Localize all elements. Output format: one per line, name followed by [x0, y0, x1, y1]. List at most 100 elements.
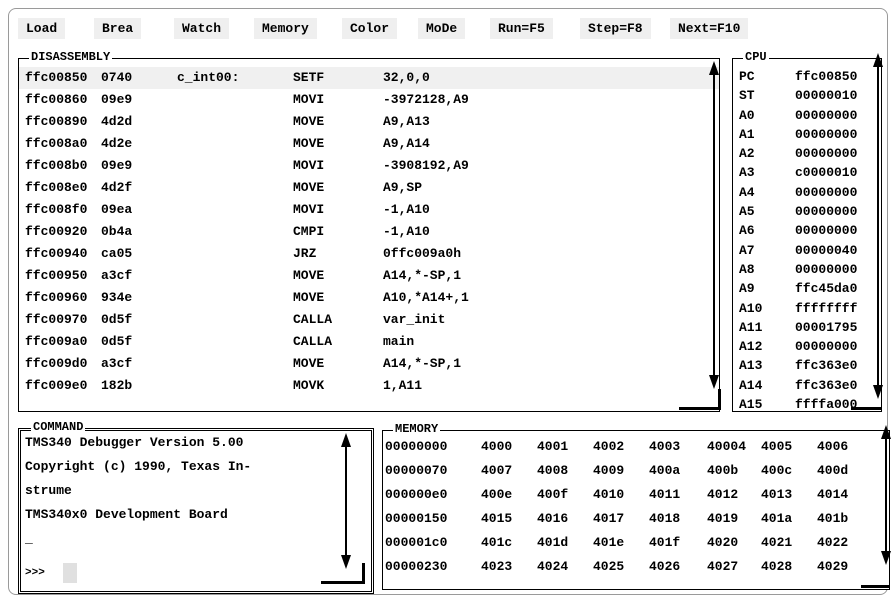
resize-corner-icon[interactable] [679, 407, 721, 410]
command-window[interactable]: COMMAND TMS340 Debugger Version 5.00 Cop… [18, 420, 374, 594]
command-scrollbar[interactable] [345, 447, 347, 555]
cpu-scroll-up-arrow-icon[interactable] [873, 53, 883, 67]
register-row[interactable]: A6 00000000 [733, 221, 881, 240]
disassembly-row[interactable]: ffc00920 0b4a CMPI -1,A10 [19, 221, 719, 243]
memory-cell[interactable]: 4029 [817, 555, 848, 579]
memory-cell[interactable]: 4015 [481, 507, 512, 531]
menu-color[interactable]: Color [342, 18, 398, 39]
register-row[interactable]: PC ffc00850 [733, 67, 881, 86]
memory-cell[interactable]: 4019 [707, 507, 738, 531]
disassembly-scrollbar[interactable] [713, 75, 715, 375]
memory-cell[interactable]: 4006 [817, 435, 848, 459]
memory-resize-corner-icon[interactable] [861, 585, 889, 588]
disassembly-row[interactable]: ffc00850 0740 c_int00: SETF 32,0,0 [19, 67, 719, 89]
memory-cell[interactable]: 400d [817, 459, 848, 483]
disassembly-row[interactable]: ffc00970 0d5f CALLA var_init [19, 309, 719, 331]
disassembly-row[interactable]: ffc009e0 182b MOVK 1,A11 [19, 375, 719, 397]
memory-cell[interactable]: 400a [649, 459, 680, 483]
memory-scroll-up-arrow-icon[interactable] [881, 425, 891, 439]
register-row[interactable]: A0 00000000 [733, 106, 881, 125]
memory-cell[interactable]: 4027 [707, 555, 738, 579]
memory-cell[interactable]: 4025 [593, 555, 624, 579]
menu-run[interactable]: Run=F5 [490, 18, 553, 39]
memory-cell[interactable]: 4000 [481, 435, 512, 459]
register-row[interactable]: A15 ffffa000 [733, 395, 881, 414]
memory-row[interactable]: 000001c0 401c 401d 401e 401f 4020 4021 4… [383, 531, 889, 555]
memory-cell[interactable]: 4008 [537, 459, 568, 483]
memory-cell[interactable]: 4021 [761, 531, 792, 555]
menu-watch[interactable]: Watch [174, 18, 230, 39]
disassembly-row[interactable]: ffc008b0 09e9 MOVI -3908192,A9 [19, 155, 719, 177]
register-row[interactable]: A13 ffc363e0 [733, 356, 881, 375]
memory-cell[interactable]: 400b [707, 459, 738, 483]
memory-row[interactable]: 000000e0 400e 400f 4010 4011 4012 4013 4… [383, 483, 889, 507]
memory-cell[interactable]: 4010 [593, 483, 624, 507]
memory-cell[interactable]: 4009 [593, 459, 624, 483]
register-row[interactable]: A3 c0000010 [733, 163, 881, 182]
cpu-window[interactable]: CPU PC ffc00850 ST 00000010 A0 00000000 A1 0… [732, 50, 883, 414]
command-scroll-down-arrow-icon[interactable] [341, 555, 351, 569]
menu-break[interactable]: Brea [94, 18, 142, 39]
register-row[interactable]: A14 ffc363e0 [733, 376, 881, 395]
scroll-up-arrow-icon[interactable] [709, 61, 719, 75]
memory-cell[interactable]: 4024 [537, 555, 568, 579]
menu-mode[interactable]: MoDe [418, 18, 466, 39]
memory-row[interactable]: 00000150 4015 4016 4017 4018 4019 401a 4… [383, 507, 889, 531]
register-row[interactable]: A10 ffffffff [733, 299, 881, 318]
memory-cell[interactable]: 4017 [593, 507, 624, 531]
menu-next[interactable]: Next=F10 [670, 18, 749, 39]
disassembly-row[interactable]: ffc00940 ca05 JRZ 0ffc009a0h [19, 243, 719, 265]
memory-row[interactable]: 00000000 4000 4001 4002 4003 40004 4005 … [383, 435, 889, 459]
memory-cell[interactable]: 4014 [817, 483, 848, 507]
memory-cell[interactable]: 4007 [481, 459, 512, 483]
memory-cell[interactable]: 400c [761, 459, 792, 483]
disassembly-row[interactable]: ffc00890 4d2d MOVE A9,A13 [19, 111, 719, 133]
disassembly-row[interactable]: ffc009d0 a3cf MOVE A14,*-SP,1 [19, 353, 719, 375]
memory-cell[interactable]: 401b [817, 507, 848, 531]
memory-cell[interactable]: 401f [649, 531, 680, 555]
register-row[interactable]: A12 00000000 [733, 337, 881, 356]
memory-cell[interactable]: 4016 [537, 507, 568, 531]
command-scroll-up-arrow-icon[interactable] [341, 433, 351, 447]
memory-cell[interactable]: 4013 [761, 483, 792, 507]
memory-cell[interactable]: 4026 [649, 555, 680, 579]
memory-cell[interactable]: 401c [481, 531, 512, 555]
disassembly-row[interactable]: ffc009a0 0d5f CALLA main [19, 331, 719, 353]
cpu-resize-corner-icon[interactable] [851, 407, 881, 410]
memory-cell[interactable]: 4001 [537, 435, 568, 459]
disassembly-row[interactable]: ffc008e0 4d2f MOVE A9,SP [19, 177, 719, 199]
register-row[interactable]: A7 00000040 [733, 241, 881, 260]
memory-row[interactable]: 00000070 4007 4008 4009 400a 400b 400c 4… [383, 459, 889, 483]
command-resize-corner-icon[interactable] [321, 581, 365, 584]
disassembly-window[interactable]: DISASSEMBLY ffc00850 0740 c_int00: SETF … [18, 50, 721, 412]
memory-scrollbar[interactable] [885, 439, 887, 551]
memory-cell[interactable]: 4023 [481, 555, 512, 579]
menu-load[interactable]: Load [18, 18, 66, 39]
memory-cell[interactable]: 4022 [817, 531, 848, 555]
memory-cell[interactable]: 400e [481, 483, 512, 507]
register-row[interactable]: A4 00000000 [733, 183, 881, 202]
register-row[interactable]: A11 00001795 [733, 318, 881, 337]
register-row[interactable]: A8 00000000 [733, 260, 881, 279]
memory-scroll-down-arrow-icon[interactable] [881, 551, 891, 565]
memory-cell[interactable]: 40004 [707, 435, 746, 459]
disassembly-row[interactable]: ffc008f0 09ea MOVI -1,A10 [19, 199, 719, 221]
memory-cell[interactable]: 4028 [761, 555, 792, 579]
memory-cell[interactable]: 401e [593, 531, 624, 555]
menu-memory[interactable]: Memory [254, 18, 317, 39]
scroll-down-arrow-icon[interactable] [709, 375, 719, 389]
memory-cell[interactable]: 400f [537, 483, 568, 507]
menu-step[interactable]: Step=F8 [580, 18, 651, 39]
disassembly-row[interactable]: ffc008a0 4d2e MOVE A9,A14 [19, 133, 719, 155]
disassembly-row[interactable]: ffc00950 a3cf MOVE A14,*-SP,1 [19, 265, 719, 287]
memory-cell[interactable]: 4012 [707, 483, 738, 507]
memory-cell[interactable]: 4002 [593, 435, 624, 459]
register-row[interactable]: A1 00000000 [733, 125, 881, 144]
disassembly-row[interactable]: ffc00960 934e MOVE A10,*A14+,1 [19, 287, 719, 309]
memory-cell[interactable]: 4005 [761, 435, 792, 459]
register-row[interactable]: A9 ffc45da0 [733, 279, 881, 298]
command-input[interactable] [63, 563, 77, 583]
memory-cell[interactable]: 401d [537, 531, 568, 555]
register-row[interactable]: ST 00000010 [733, 86, 881, 105]
memory-cell[interactable]: 4018 [649, 507, 680, 531]
